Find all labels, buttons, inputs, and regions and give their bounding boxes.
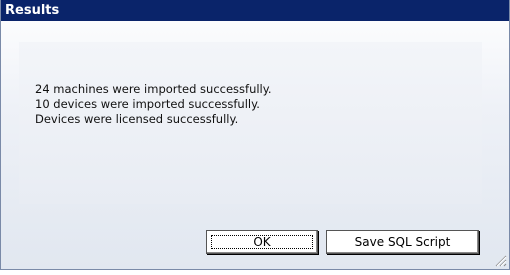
save-sql-script-button[interactable]: Save SQL Script xyxy=(326,230,479,254)
message-line: Devices were licensed successfully. xyxy=(35,112,239,126)
title-bar[interactable]: Results xyxy=(1,0,509,21)
save-sql-script-label: Save SQL Script xyxy=(354,235,451,249)
ok-button-label: OK xyxy=(253,235,271,249)
ok-button[interactable]: OK xyxy=(206,230,318,254)
results-panel: 24 machines were imported successfully. … xyxy=(19,42,482,204)
results-dialog: Results 24 machines were imported succes… xyxy=(0,0,510,270)
window-title: Results xyxy=(5,3,60,18)
message-line: 24 machines were imported successfully. xyxy=(35,82,272,96)
resize-grip-icon[interactable] xyxy=(493,253,507,267)
message-line: 10 devices were imported successfully. xyxy=(35,97,260,111)
